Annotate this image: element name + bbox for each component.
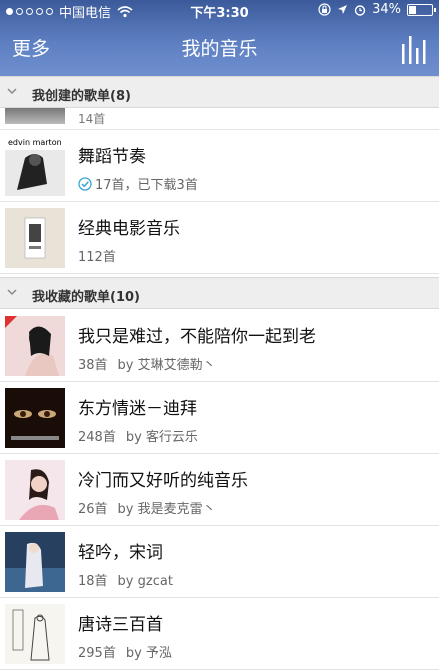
playlist-cover (5, 460, 65, 520)
track-count: 295首 (78, 646, 116, 661)
playlist-author: by 艾琳艾德勒丶 (117, 358, 216, 373)
playlist-title: 冷门而又好听的纯音乐 (78, 471, 248, 491)
page-title: 我的音乐 (181, 38, 258, 60)
playlist-cover (5, 316, 65, 376)
status-bar: 中国电信 下午3:30 34% (0, 0, 439, 22)
section-label: 我收藏的歌单(10) (32, 290, 140, 305)
playlist-title: 经典电影音乐 (78, 219, 180, 239)
playlist-author: by 客行云乐 (125, 430, 198, 445)
list-item[interactable]: 东方情迷－迪拜 248首 by 客行云乐 (0, 382, 439, 454)
alarm-icon (354, 4, 366, 16)
chevron-down-icon (7, 88, 17, 95)
now-playing-icon[interactable] (399, 32, 429, 66)
track-count: 112首 (78, 250, 116, 265)
playlist-cover (5, 108, 65, 124)
section-label: 我创建的歌单(8) (32, 89, 131, 104)
chevron-down-icon (7, 289, 17, 296)
track-count: 248首 (78, 430, 116, 445)
playlist-title: 舞蹈节奏 (78, 147, 146, 167)
location-icon (338, 5, 348, 14)
battery-icon (407, 3, 436, 16)
battery-percent: 34% (372, 2, 401, 17)
playlist-cover: edvin marton (5, 136, 65, 196)
track-count: 26首 (78, 502, 108, 517)
playlist-meta: 17首，已下载3首 (78, 174, 198, 193)
list-item[interactable]: 冷门而又好听的纯音乐 26首 by 我是麦克雷丶 (0, 454, 439, 526)
playlist-meta: 295首 by 予泓 (78, 642, 172, 661)
lock-rotation-icon (318, 3, 331, 16)
playlist-meta: 112首 (78, 246, 116, 265)
track-count: 38首 (78, 358, 108, 373)
section-collected-playlists[interactable]: 我收藏的歌单(10) (0, 277, 439, 309)
playlist-meta: 248首 by 客行云乐 (78, 426, 198, 445)
list-item[interactable]: edvin marton 舞蹈节奏 17首，已下载3首 (0, 130, 439, 202)
list-item[interactable]: 轻吟，宋词 18首 by gzcat (0, 526, 439, 598)
playlist-title: 东方情迷－迪拜 (78, 399, 197, 419)
track-count: 14首 (78, 112, 106, 126)
playlist-title: 我只是难过，不能陪你一起到老 (78, 327, 316, 347)
playlist-title: 唐诗三百首 (78, 615, 163, 635)
downloaded-check-icon (78, 177, 92, 191)
playlist-title: 轻吟，宋词 (78, 543, 163, 563)
list-item[interactable]: 14首 (0, 108, 439, 130)
track-count: 17首，已下载3首 (95, 178, 198, 193)
playlist-cover (5, 208, 65, 268)
cover-text: edvin marton (8, 138, 62, 147)
playlist-meta: 26首 by 我是麦克雷丶 (78, 498, 216, 517)
app-header: 中国电信 下午3:30 34% 更多 我的音乐 (0, 0, 439, 76)
playlist-cover (5, 604, 65, 664)
section-created-playlists[interactable]: 我创建的歌单(8) (0, 76, 439, 108)
nav-bar: 更多 我的音乐 (0, 24, 439, 72)
track-count: 18首 (78, 574, 108, 589)
list-item[interactable]: 我只是难过，不能陪你一起到老 38首 by 艾琳艾德勒丶 (0, 310, 439, 382)
playlist-meta: 18首 by gzcat (78, 570, 173, 589)
playlist-cover (5, 532, 65, 592)
playlist-author: by 我是麦克雷丶 (117, 502, 216, 517)
playlist-meta: 38首 by 艾琳艾德勒丶 (78, 354, 216, 373)
playlist-cover (5, 388, 65, 448)
list-item[interactable]: 唐诗三百首 295首 by 予泓 (0, 598, 439, 670)
playlist-author: by gzcat (117, 574, 173, 589)
playlist-author: by 予泓 (125, 646, 172, 661)
list-item[interactable]: 经典电影音乐 112首 (0, 202, 439, 274)
